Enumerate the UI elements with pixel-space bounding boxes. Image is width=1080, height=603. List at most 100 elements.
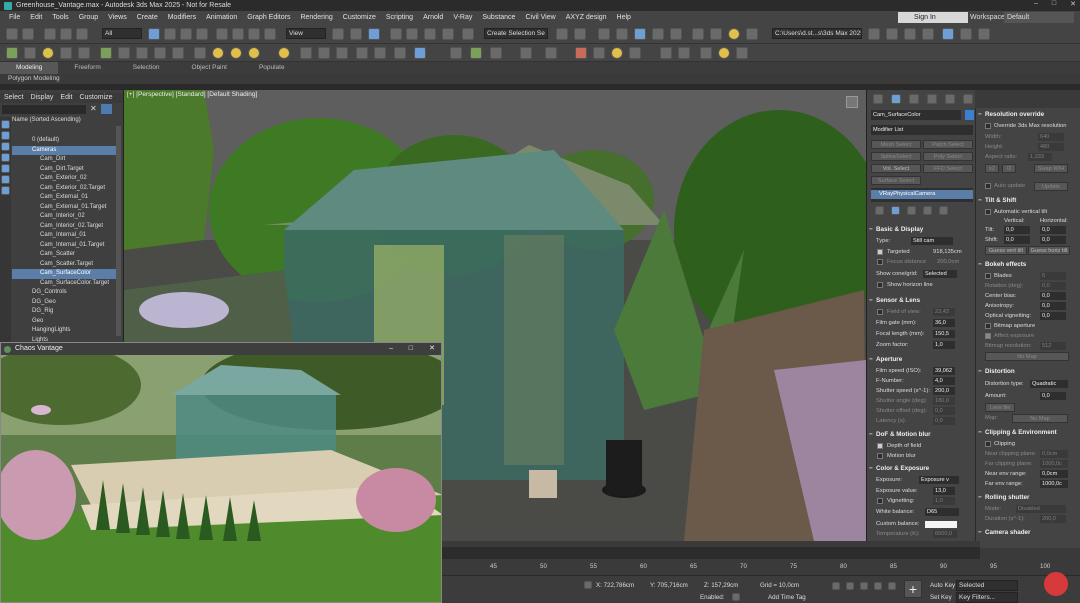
dof-motion-blur-rollout[interactable]: DoF & Motion blur bbox=[867, 430, 975, 440]
menu-help[interactable]: Help bbox=[612, 14, 636, 21]
viewport-label[interactable]: [+] [Perspective] [Standard] [Default Sh… bbox=[127, 91, 257, 98]
blades-spinner[interactable]: 5 bbox=[1040, 272, 1066, 280]
display-tab-icon[interactable] bbox=[945, 94, 955, 104]
scene-item[interactable]: DG_Controls bbox=[12, 288, 116, 298]
distortion-rollout[interactable]: Distortion bbox=[976, 367, 1080, 377]
select-manipulate-icon[interactable] bbox=[350, 28, 362, 40]
reference-coord-dropdown[interactable]: View bbox=[286, 28, 326, 39]
menu-civil-view[interactable]: Civil View bbox=[520, 14, 560, 21]
project-path-dropdown[interactable]: C:\Users\d.st...s\3ds Max 2025 bbox=[772, 28, 862, 39]
close-icon[interactable]: ✕ bbox=[1070, 0, 1076, 8]
rendered-frame-window-icon[interactable] bbox=[710, 28, 722, 40]
white-balance-dropdown[interactable]: D65 bbox=[925, 508, 959, 516]
tab-freeform[interactable]: Freeform bbox=[58, 62, 116, 74]
tilt-horizontal-spinner[interactable]: 0,0 bbox=[1040, 226, 1066, 234]
mirror-icon[interactable] bbox=[556, 28, 568, 40]
update-button[interactable]: Update bbox=[1034, 182, 1068, 191]
layer-explorer-icon[interactable] bbox=[598, 28, 610, 40]
ffd-select-button[interactable]: FFD Select bbox=[923, 164, 973, 173]
scene-item[interactable]: Cam_Interior_02.Target bbox=[12, 222, 116, 232]
bokeh-effects-rollout[interactable]: Bokeh effects bbox=[976, 260, 1080, 270]
rolling-mode-dropdown[interactable]: Disabled bbox=[1016, 505, 1066, 513]
toggle-ribbon-icon[interactable] bbox=[616, 28, 628, 40]
scene-item[interactable]: 0 (default) bbox=[12, 136, 116, 146]
axyz-metropoly-icon[interactable] bbox=[736, 47, 748, 59]
distortion-amount-spinner[interactable]: 0,0 bbox=[1040, 392, 1066, 400]
scene-item[interactable]: Cam_Exterior_02 bbox=[12, 174, 116, 184]
tilt-shift-rollout[interactable]: Tilt & Shift bbox=[976, 196, 1080, 206]
custom-balance-swatch[interactable] bbox=[925, 521, 957, 528]
modify-tab-icon[interactable] bbox=[891, 94, 901, 104]
arnold-sky-icon[interactable] bbox=[611, 47, 623, 59]
set-key-button[interactable]: Set Key bbox=[930, 594, 952, 601]
vray-lightmix-icon[interactable] bbox=[248, 47, 260, 59]
menu-create[interactable]: Create bbox=[132, 14, 163, 21]
unlink-icon[interactable] bbox=[60, 28, 72, 40]
rolling-duration-spinner[interactable]: 200,0 bbox=[1040, 515, 1066, 523]
create-tab-icon[interactable] bbox=[873, 94, 883, 104]
vray-enmesh-icon[interactable] bbox=[318, 47, 330, 59]
menu-file[interactable]: File bbox=[4, 14, 25, 21]
move-icon[interactable] bbox=[216, 28, 228, 40]
far-env-spinner[interactable]: 1000,0c bbox=[1040, 480, 1068, 488]
add-time-tag[interactable]: Add Time Tag bbox=[768, 594, 806, 601]
chaos-scans-icon[interactable] bbox=[450, 47, 462, 59]
scene-menu-edit[interactable]: Edit bbox=[60, 93, 79, 103]
minimize-icon[interactable]: – bbox=[1034, 0, 1038, 8]
menu-vray[interactable]: V-Ray bbox=[448, 14, 477, 21]
anisotropy-spinner[interactable]: 0,0 bbox=[1040, 302, 1066, 310]
chaos-cosmos-browser-icon[interactable] bbox=[470, 47, 482, 59]
align-icon[interactable] bbox=[574, 28, 586, 40]
window-crossing-icon[interactable] bbox=[196, 28, 208, 40]
vray-settings-icon[interactable] bbox=[490, 47, 502, 59]
auto-key-button[interactable]: Auto Key bbox=[930, 582, 955, 589]
coord-z[interactable]: Z: 157,29cm bbox=[704, 582, 738, 589]
coord-y[interactable]: Y: 705,716cm bbox=[650, 582, 688, 589]
tab-selection[interactable]: Selection bbox=[117, 62, 176, 74]
vray-sky-icon[interactable] bbox=[230, 47, 242, 59]
res-height-spinner[interactable]: 480 bbox=[1038, 143, 1064, 151]
vray-light-icon[interactable] bbox=[42, 47, 54, 59]
vignetting-spinner[interactable]: 1,0 bbox=[933, 497, 955, 505]
color-exposure-rollout[interactable]: Color & Exposure bbox=[867, 464, 975, 474]
far-clip-spinner[interactable]: 1000,0c bbox=[1040, 460, 1068, 468]
sign-in-dropdown[interactable]: Sign In bbox=[898, 12, 968, 23]
select-by-name-icon[interactable] bbox=[164, 28, 176, 40]
display-shapes-icon[interactable] bbox=[1, 164, 10, 173]
configure-sets-icon[interactable] bbox=[939, 206, 948, 215]
shift-vertical-spinner[interactable]: 0,0 bbox=[1004, 236, 1030, 244]
rotate-icon[interactable] bbox=[232, 28, 244, 40]
active-viewport-icon[interactable] bbox=[942, 28, 954, 40]
res-x2-button[interactable]: x2 bbox=[985, 164, 999, 173]
menu-views[interactable]: Views bbox=[103, 14, 132, 21]
scene-search-box[interactable] bbox=[2, 105, 86, 114]
bitmap-resolution-spinner[interactable]: 512 bbox=[1040, 342, 1066, 350]
resolution-override-rollout[interactable]: Resolution override bbox=[976, 110, 1080, 120]
exposure-value-spinner[interactable]: 13,0 bbox=[933, 487, 955, 495]
scene-item[interactable]: Cam_SurfaceColor.Target bbox=[12, 279, 116, 289]
scene-menu-display[interactable]: Display bbox=[30, 93, 60, 103]
filter-icon[interactable] bbox=[101, 104, 112, 114]
clipping-checkbox[interactable] bbox=[985, 441, 991, 447]
vray-camera-icon[interactable] bbox=[194, 47, 206, 59]
menu-graph-editors[interactable]: Graph Editors bbox=[242, 14, 295, 21]
shutter-speed-spinner[interactable]: 200,0 bbox=[933, 387, 955, 395]
selection-set-dropdown[interactable]: Create Selection Se bbox=[484, 28, 548, 39]
redo-icon[interactable] bbox=[22, 28, 34, 40]
key-mode-dropdown[interactable]: Selected bbox=[956, 580, 1018, 591]
focus-distance-value[interactable]: 200,0cm bbox=[937, 258, 959, 267]
motion-tab-icon[interactable] bbox=[927, 94, 937, 104]
pivot-icon[interactable] bbox=[332, 28, 344, 40]
motion-blur-checkbox[interactable] bbox=[877, 453, 883, 459]
film-speed-spinner[interactable]: 39,062 bbox=[933, 367, 955, 375]
vray-decal-icon[interactable] bbox=[336, 47, 348, 59]
fnumber-spinner[interactable]: 4,0 bbox=[933, 377, 955, 385]
set-key-icon[interactable]: + bbox=[904, 580, 922, 598]
display-geometry-icon[interactable] bbox=[1, 153, 10, 162]
vray-plane-icon[interactable] bbox=[136, 47, 148, 59]
undo-icon[interactable] bbox=[6, 28, 18, 40]
optical-vignetting-spinner[interactable]: 0,0 bbox=[1040, 312, 1066, 320]
vray-vfb-icon[interactable] bbox=[24, 47, 36, 59]
hierarchy-tab-icon[interactable] bbox=[909, 94, 919, 104]
edit-named-selection-icon[interactable] bbox=[462, 28, 474, 40]
